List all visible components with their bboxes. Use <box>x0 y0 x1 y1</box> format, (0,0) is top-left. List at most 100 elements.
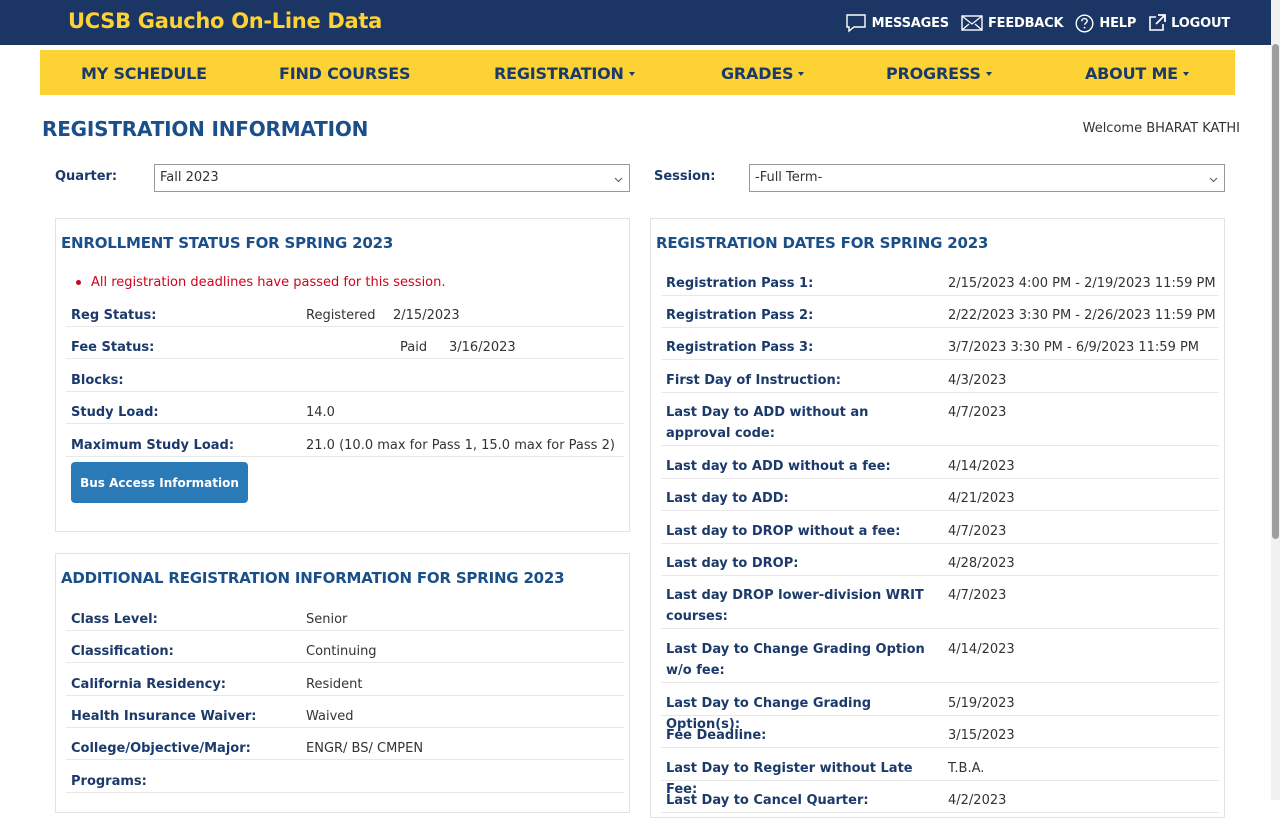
date-row: Last day to ADD: 4/21/2023 <box>661 488 1219 511</box>
welcome-message: Welcome BHARAT KATHI <box>1082 121 1240 136</box>
reg-status-date: 2/15/2023 <box>393 308 460 323</box>
additional-title: ADDITIONAL REGISTRATION INFORMATION FOR … <box>61 569 565 587</box>
date-row: Registration Pass 1: 2/15/2023 4:00 PM -… <box>661 273 1219 296</box>
info-value: ENGR/ BS/ CMPEN <box>306 741 424 756</box>
date-value: 4/14/2023 <box>948 459 1015 474</box>
date-row: Last Day to Cancel Quarter: 4/2/2023 <box>661 790 1219 813</box>
scrollbar-track[interactable] <box>1271 0 1280 800</box>
date-row: Last day to DROP: 4/28/2023 <box>661 553 1219 576</box>
quarter-select[interactable]: Fall 2023 <box>154 164 630 192</box>
logout-link[interactable]: LOGOUT <box>1148 14 1230 32</box>
nav-progress[interactable]: PROGRESS <box>886 64 992 83</box>
nav-find-courses[interactable]: FIND COURSES <box>279 64 411 83</box>
quarter-value: Fall 2023 <box>160 170 219 185</box>
date-row: Registration Pass 3: 3/7/2023 3:30 PM - … <box>661 337 1219 360</box>
date-label: Last day to DROP without a fee: <box>666 524 901 539</box>
envelope-icon <box>961 15 983 31</box>
date-row: Fee Deadline: 3/15/2023 <box>661 725 1219 748</box>
bullet-icon <box>76 280 81 285</box>
date-row: Last day to DROP without a fee: 4/7/2023 <box>661 521 1219 544</box>
date-label: Last day DROP lower-division WRIT course… <box>666 588 924 624</box>
deadline-alert: All registration deadlines have passed f… <box>76 275 446 290</box>
feedback-link[interactable]: FEEDBACK <box>961 15 1064 31</box>
date-value: 4/21/2023 <box>948 491 1015 506</box>
logout-label: LOGOUT <box>1171 15 1230 31</box>
scrollbar-thumb[interactable] <box>1272 44 1279 539</box>
date-value: 4/3/2023 <box>948 373 1007 388</box>
app-title[interactable]: UCSB Gaucho On-Line Data <box>68 9 382 33</box>
date-label: Registration Pass 1: <box>666 276 814 291</box>
date-row: First Day of Instruction: 4/3/2023 <box>661 370 1219 393</box>
max-load-value: 21.0 (10.0 max for Pass 1, 15.0 max for … <box>306 438 615 453</box>
header-links: MESSAGES FEEDBACK HELP LOGOUT <box>845 12 1230 34</box>
nav-label: FIND COURSES <box>279 64 411 83</box>
info-row: California Residency: Resident <box>66 674 624 696</box>
date-value: 5/19/2023 <box>948 696 1015 711</box>
info-value: Senior <box>306 612 348 627</box>
nav-about-me[interactable]: ABOUT ME <box>1085 64 1189 83</box>
nav-label: GRADES <box>721 64 794 83</box>
fee-status-date: 3/16/2023 <box>449 340 516 355</box>
chevron-down-icon <box>614 173 623 188</box>
date-row: Last Day to Change Grading Option(s): 5/… <box>661 693 1219 732</box>
info-label: California Residency: <box>71 677 227 692</box>
date-row: Last Day to Change Grading Option w/o fe… <box>661 639 1219 683</box>
fee-status-row: Fee Status: Paid 3/16/2023 <box>66 337 624 359</box>
nav-registration[interactable]: REGISTRATION <box>494 64 635 83</box>
info-row: Class Level: Senior <box>66 609 624 631</box>
bus-access-button[interactable]: Bus Access Information <box>71 462 248 503</box>
date-label: Fee Deadline: <box>666 728 767 743</box>
nav-label: REGISTRATION <box>494 64 624 83</box>
date-label: Last day to ADD: <box>666 491 789 506</box>
quarter-label: Quarter: <box>55 169 118 184</box>
date-label: Last Day to Change Grading Option w/o fe… <box>666 642 925 678</box>
session-select[interactable]: -Full Term- <box>749 164 1225 192</box>
fee-status-value: Paid <box>400 340 428 355</box>
info-label: Class Level: <box>71 612 158 627</box>
date-label: Registration Pass 2: <box>666 308 814 323</box>
date-label: Last day to ADD without a fee: <box>666 459 891 474</box>
help-link[interactable]: HELP <box>1075 13 1137 33</box>
date-value: 4/7/2023 <box>948 588 1007 603</box>
nav-label: PROGRESS <box>886 64 981 83</box>
info-value: Waived <box>306 709 354 724</box>
date-label: Last Day to Cancel Quarter: <box>666 793 869 808</box>
info-label: Health Insurance Waiver: <box>71 709 257 724</box>
reg-status-value: Registered <box>306 308 376 323</box>
alert-text: All registration deadlines have passed f… <box>91 275 446 290</box>
blocks-row: Blocks: <box>66 370 624 392</box>
chevron-down-icon <box>1209 173 1218 188</box>
date-row: Last day to ADD without a fee: 4/14/2023 <box>661 456 1219 479</box>
feedback-label: FEEDBACK <box>987 15 1064 31</box>
caret-down-icon <box>1182 72 1189 76</box>
caret-down-icon <box>628 72 635 76</box>
messages-link[interactable]: MESSAGES <box>845 13 949 33</box>
nav-label: ABOUT ME <box>1085 64 1178 83</box>
date-row: Registration Pass 2: 2/22/2023 3:30 PM -… <box>661 305 1219 328</box>
date-value: 4/28/2023 <box>948 556 1015 571</box>
date-value: 2/22/2023 3:30 PM - 2/26/2023 11:59 PM <box>948 308 1216 323</box>
nav-my-schedule[interactable]: MY SCHEDULE <box>81 64 207 83</box>
date-value: 4/7/2023 <box>948 524 1007 539</box>
date-row: Last Day to Register without Late Fee: T… <box>661 758 1219 797</box>
max-study-load-row: Maximum Study Load: 21.0 (10.0 max for P… <box>66 435 624 457</box>
date-value: 4/2/2023 <box>948 793 1007 808</box>
nav-grades[interactable]: GRADES <box>721 64 805 83</box>
info-label: College/Objective/Major: <box>71 741 251 756</box>
date-value: 2/15/2023 4:00 PM - 2/19/2023 11:59 PM <box>948 276 1216 291</box>
info-row: College/Objective/Major: ENGR/ BS/ CMPEN <box>66 738 624 760</box>
session-label: Session: <box>654 169 716 184</box>
main-nav: MY SCHEDULE FIND COURSES REGISTRATION GR… <box>40 50 1235 95</box>
reg-status-row: Reg Status: Registered 2/15/2023 <box>66 305 624 327</box>
max-load-label: Maximum Study Load: <box>71 438 235 453</box>
date-row: Last Day to ADD without an approval code… <box>661 402 1219 446</box>
external-link-icon <box>1148 14 1167 32</box>
date-label: Registration Pass 3: <box>666 340 814 355</box>
blocks-label: Blocks: <box>71 373 124 388</box>
enrollment-title: ENROLLMENT STATUS FOR SPRING 2023 <box>61 234 394 252</box>
study-load-row: Study Load: 14.0 <box>66 402 624 424</box>
additional-info-panel: ADDITIONAL REGISTRATION INFORMATION FOR … <box>55 553 630 813</box>
fee-status-label: Fee Status: <box>71 340 155 355</box>
study-load-label: Study Load: <box>71 405 159 420</box>
help-label: HELP <box>1099 15 1137 31</box>
